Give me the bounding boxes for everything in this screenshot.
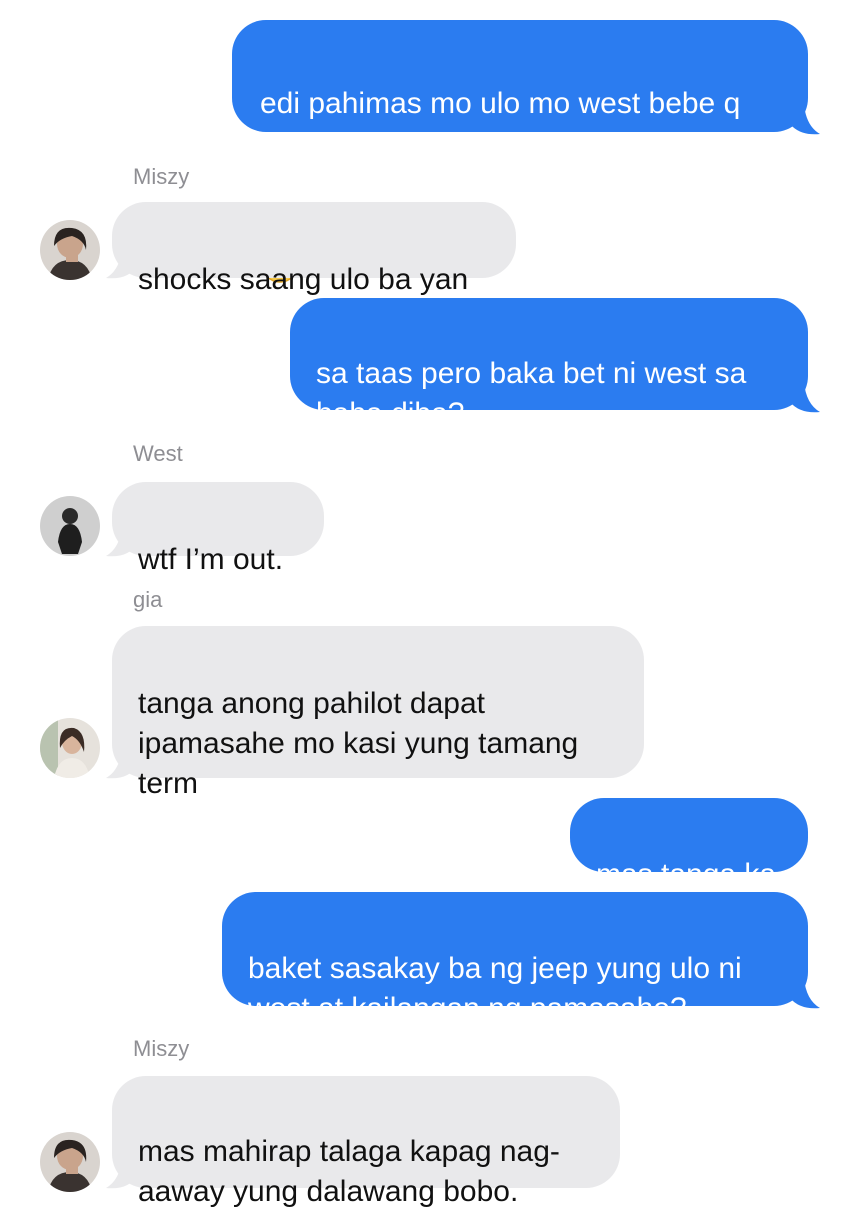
outgoing-message-bubble[interactable]: mas tanga ka (570, 798, 808, 891)
avatar-miszy[interactable] (40, 220, 100, 280)
message-text: mas mahirap talaga kapag nag- aaway yung… (138, 1135, 560, 1208)
message-text: edi pahimas mo ulo mo west bebe q (260, 87, 741, 120)
bubble-tail (106, 748, 136, 779)
avatar-west[interactable] (40, 496, 100, 556)
incoming-message-bubble[interactable]: shocks saang ulo ba yan (112, 202, 516, 296)
message-text: wtf I’m out. (138, 543, 284, 576)
message-text: mas tanga ka (596, 858, 777, 891)
bubble-tail (790, 978, 820, 1009)
bubble-tail (106, 1158, 136, 1189)
incoming-message-bubble[interactable]: tanga anong pahilot dapat ipamasahe mo k… (112, 626, 644, 800)
bubble-tail (106, 526, 136, 557)
message-text: sa taas pero baka bet ni west sa baba di… (316, 357, 747, 430)
sender-name: West (133, 441, 183, 466)
incoming-message-bubble[interactable]: mas mahirap talaga kapag nag- aaway yung… (112, 1076, 620, 1208)
bubble-tail (106, 248, 136, 279)
sender-name: gia (133, 587, 163, 612)
bubble-tail (790, 104, 820, 135)
outgoing-message-bubble[interactable]: baket sasakay ba ng jeep yung ulo ni wes… (222, 892, 808, 1025)
incoming-message-bubble[interactable]: wtf I’m out. (112, 482, 324, 576)
bubble-tail (790, 382, 820, 413)
sender-name: Miszy (133, 164, 190, 189)
message-text: shocks saang ulo ba yan (138, 263, 469, 296)
sender-name: Miszy (133, 1036, 190, 1061)
avatar-gia[interactable] (40, 718, 100, 778)
outgoing-message-bubble[interactable]: sa taas pero baka bet ni west sa baba di… (290, 298, 808, 430)
outgoing-message-bubble[interactable]: edi pahimas mo ulo mo west bebe q (232, 20, 808, 283)
message-text: baket sasakay ba ng jeep yung ulo ni wes… (248, 952, 742, 1025)
avatar-miszy[interactable] (40, 1132, 100, 1192)
message-text: tanga anong pahilot dapat ipamasahe mo k… (138, 687, 579, 800)
